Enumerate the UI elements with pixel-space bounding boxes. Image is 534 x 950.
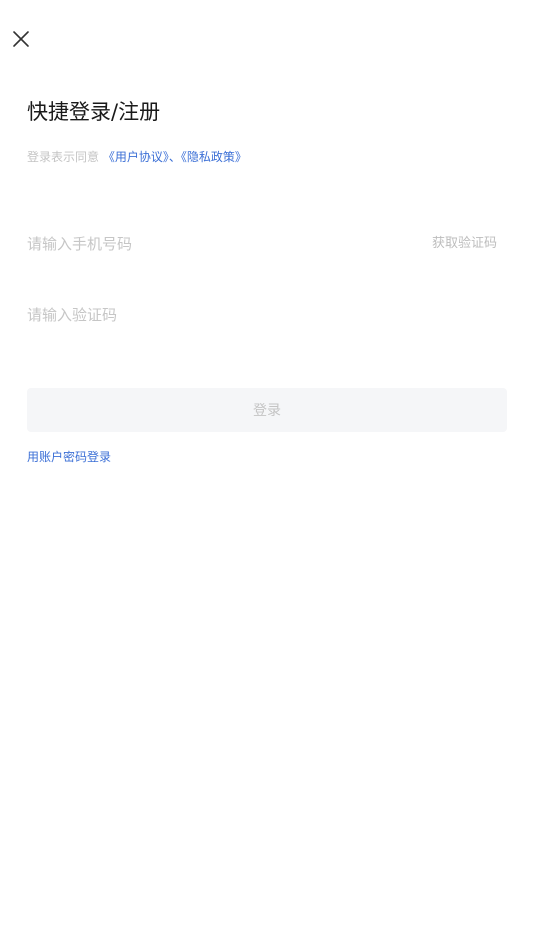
login-button[interactable]: 登录 (27, 388, 507, 432)
page-title: 快捷登录/注册 (27, 100, 161, 124)
close-icon (13, 31, 29, 47)
close-button[interactable] (10, 28, 32, 50)
get-code-button[interactable]: 获取验证码 (432, 234, 497, 254)
agreement-separator: 、 (168, 150, 181, 164)
privacy-policy-link[interactable]: 《隐私政策》 (181, 150, 247, 164)
password-login-link[interactable]: 用账户密码登录 (27, 448, 111, 466)
user-agreement-link[interactable]: 《用户协议》 (103, 150, 169, 164)
verification-code-input[interactable] (27, 299, 497, 331)
agreement-notice: 登录表示同意 《用户协议》、《隐私政策》 (27, 148, 247, 166)
phone-input[interactable] (27, 228, 387, 260)
phone-row: 获取验证码 (27, 228, 507, 260)
agreement-prefix: 登录表示同意 (27, 150, 100, 164)
